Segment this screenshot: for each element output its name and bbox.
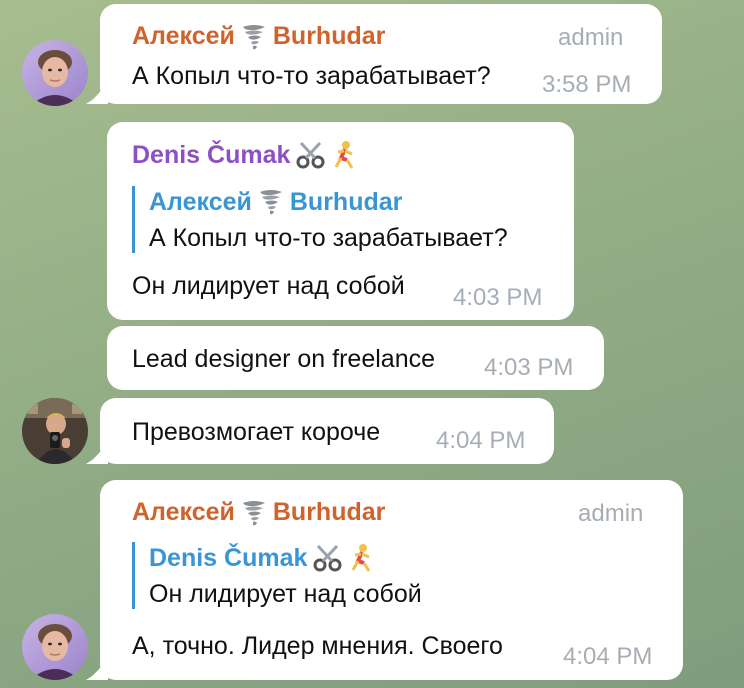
message-text: Lead designer on freelance — [132, 345, 436, 373]
message-time: 4:03 PM — [484, 354, 574, 381]
sender-name[interactable]: Denis Čumak — [132, 140, 358, 170]
message-text: А, точно. Лидер мнения. Своего — [132, 632, 503, 660]
avatar-alexey[interactable] — [22, 614, 88, 680]
message-bubble-5[interactable]: Алексей Burhudar admin Denis Čumak Он ли… — [100, 480, 683, 680]
message-text: Он лидирует над собой — [132, 272, 405, 300]
scissors-emoji-icon — [296, 141, 325, 169]
tornado-emoji-icon — [259, 190, 282, 215]
running-woman-emoji-icon — [352, 544, 371, 572]
sender-name[interactable]: Алексей Burhudar — [132, 498, 385, 527]
running-woman-emoji-icon — [335, 141, 354, 169]
sender-name-text: Denis Čumak — [132, 140, 291, 169]
message-bubble-2[interactable]: Denis Čumak Алексей Burhudar А Копыл что… — [107, 122, 574, 320]
avatar-denis[interactable] — [22, 398, 88, 464]
chat-history[interactable]: Алексей Burhudar admin А Копыл что-то за… — [0, 0, 744, 688]
message-time: 4:04 PM — [436, 427, 526, 454]
avatar-alexey[interactable] — [22, 40, 88, 106]
message-text: Превозмогает короче — [132, 418, 381, 446]
sender-first-name: Алексей — [132, 22, 235, 50]
reply-quote[interactable]: Denis Čumak Он лидирует над собой — [132, 542, 422, 609]
message-bubble-3[interactable]: Lead designer on freelance 4:03 PM — [107, 326, 604, 390]
message-bubble-4[interactable]: Превозмогает короче 4:04 PM — [100, 398, 554, 464]
reply-sender-first: Алексей — [149, 187, 252, 216]
message-time: 4:03 PM — [453, 284, 543, 311]
reply-sender: Алексей Burhudar — [149, 186, 508, 218]
admin-badge: admin — [578, 500, 644, 527]
reply-text: А Копыл что-то зарабатывает? — [149, 224, 508, 252]
tornado-emoji-icon — [242, 500, 265, 525]
scissors-emoji-icon — [313, 544, 342, 572]
sender-last-name: Burhudar — [272, 498, 386, 526]
message-time: 3:58 PM — [542, 71, 632, 98]
sender-first-name: Алексей — [132, 498, 235, 526]
reply-text: Он лидирует над собой — [149, 580, 422, 608]
reply-quote[interactable]: Алексей Burhudar А Копыл что-то зарабаты… — [132, 186, 508, 253]
message-text: А Копыл что-то зарабатывает? — [132, 62, 491, 90]
admin-badge: admin — [558, 24, 624, 51]
reply-sender-name: Denis Čumak — [149, 543, 308, 572]
sender-name[interactable]: Алексей Burhudar — [132, 22, 385, 51]
reply-sender: Denis Čumak — [149, 542, 422, 574]
tornado-emoji-icon — [242, 24, 265, 49]
reply-sender-last: Burhudar — [289, 187, 403, 216]
sender-last-name: Burhudar — [272, 22, 386, 50]
message-bubble-1[interactable]: Алексей Burhudar admin А Копыл что-то за… — [100, 4, 662, 104]
message-time: 4:04 PM — [563, 643, 653, 670]
